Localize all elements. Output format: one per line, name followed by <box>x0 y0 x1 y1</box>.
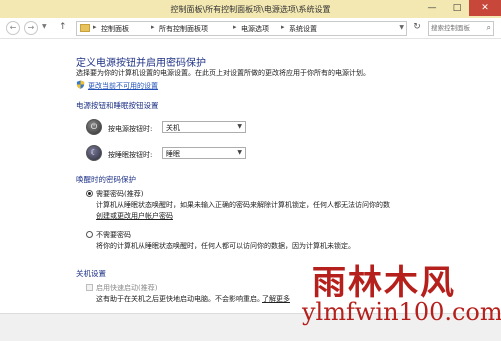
breadcrumb-all-items[interactable]: 所有控制面板项 <box>159 24 208 34</box>
fast-startup-checkbox[interactable] <box>86 284 93 291</box>
require-password-radio[interactable] <box>86 190 93 197</box>
change-account-password-link[interactable]: 创建或更改用户帐户密码 <box>96 211 173 221</box>
shutdown-section-title: 关机设置 <box>76 269 106 278</box>
wake-password-section-title: 唤醒时的密码保护 <box>76 175 136 184</box>
breadcrumb-separator-icon: ▸ <box>233 23 237 31</box>
page-description: 选择要为你的计算机设置的电源设置。在此页上对设置所做的更改将应用于你所有的电源计… <box>76 69 370 77</box>
uac-shield-icon <box>76 80 85 89</box>
breadcrumb-separator-icon: ▸ <box>93 23 97 31</box>
learn-more-link[interactable]: 了解更多 <box>262 294 290 304</box>
search-input[interactable] <box>429 22 481 33</box>
require-password-description: 计算机从睡眠状态唤醒时，如果未输入正确的密码来解除计算机锁定，任何人都无法访问你… <box>96 201 390 209</box>
sleep-button-selected-value: 睡眠 <box>166 150 180 158</box>
sleep-button-select[interactable]: 睡眠 ▼ <box>162 147 246 159</box>
breadcrumb-separator-icon: ▸ <box>151 23 155 31</box>
power-button-selected-value: 关机 <box>166 124 180 132</box>
address-dropdown-icon[interactable]: ▼ <box>399 24 404 31</box>
watermark-brand: 雨林木风 <box>312 263 456 303</box>
close-button[interactable]: ✕ <box>469 0 501 16</box>
power-button-label: 按电源按钮时: <box>108 125 153 133</box>
power-buttons-section-title: 电源按钮和睡眠按钮设置 <box>76 101 159 110</box>
no-password-radio[interactable] <box>86 231 93 238</box>
breadcrumb-system-settings[interactable]: 系统设置 <box>289 24 317 34</box>
sleep-button-icon: ☾ <box>86 145 102 161</box>
chevron-down-icon: ▼ <box>237 123 242 130</box>
page-title: 定义电源按钮并启用密码保护 <box>76 58 206 69</box>
search-box[interactable]: ⌕ <box>428 21 494 36</box>
control-panel-icon <box>80 24 90 32</box>
no-password-label[interactable]: 不需要密码 <box>96 230 131 240</box>
up-button[interactable]: ↑ <box>59 22 67 32</box>
power-button-icon: ⏻ <box>86 119 102 135</box>
breadcrumb-control-panel[interactable]: 控制面板 <box>101 24 129 34</box>
address-bar[interactable]: ▸ 控制面板 ▸ 所有控制面板项 ▸ 电源选项 ▸ 系统设置 ▼ <box>76 21 407 36</box>
no-password-description: 将你的计算机从睡眠状态唤醒时，任何人都可以访问你的数据，因为计算机未锁定。 <box>96 242 355 250</box>
power-button-select[interactable]: 关机 ▼ <box>162 121 246 133</box>
require-password-label[interactable]: 需要密码(推荐) <box>96 189 143 199</box>
maximize-button[interactable]: □ <box>445 0 469 16</box>
fast-startup-label: 启用快速启动(推荐) <box>96 284 158 292</box>
back-button[interactable]: ← <box>6 21 20 35</box>
navigation-bar: ← → ▼ ↑ ▸ 控制面板 ▸ 所有控制面板项 ▸ 电源选项 ▸ 系统设置 ▼… <box>0 18 501 39</box>
refresh-button[interactable]: ↻ <box>410 21 424 34</box>
forward-button[interactable]: → <box>24 21 38 35</box>
watermark-url: ylmfwin100.com <box>302 298 501 326</box>
breadcrumb-separator-icon: ▸ <box>281 23 285 31</box>
sleep-button-label: 按睡眠按钮时: <box>108 151 153 159</box>
search-icon[interactable]: ⌕ <box>487 23 491 33</box>
title-bar: 控制面板\所有控制面板项\电源选项\系统设置 — □ ✕ <box>0 0 501 19</box>
recent-pages-chevron-icon[interactable]: ▼ <box>42 23 47 30</box>
breadcrumb-power-options[interactable]: 电源选项 <box>241 24 269 34</box>
chevron-down-icon: ▼ <box>237 149 242 156</box>
change-unavailable-settings-link[interactable]: 更改当前不可用的设置 <box>88 81 158 91</box>
minimize-button[interactable]: — <box>420 0 444 16</box>
fast-startup-description: 这有助于在关机之后更快地启动电脑。不会影响重启。 <box>96 295 264 303</box>
